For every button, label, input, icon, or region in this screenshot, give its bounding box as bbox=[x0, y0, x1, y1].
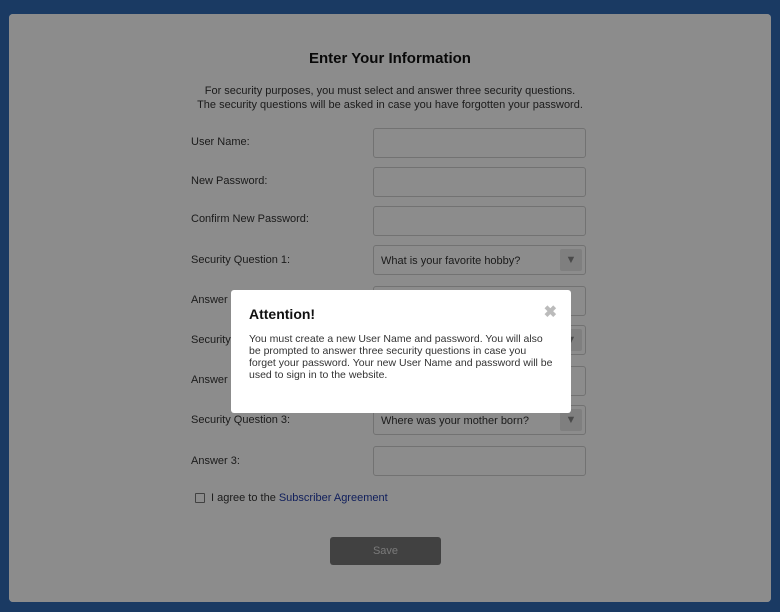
dialog-message: You must create a new User Name and pass… bbox=[249, 333, 553, 381]
attention-dialog: Attention! ✖ You must create a new User … bbox=[231, 290, 571, 413]
close-icon[interactable]: ✖ bbox=[544, 302, 557, 322]
dialog-title: Attention! bbox=[249, 306, 316, 322]
